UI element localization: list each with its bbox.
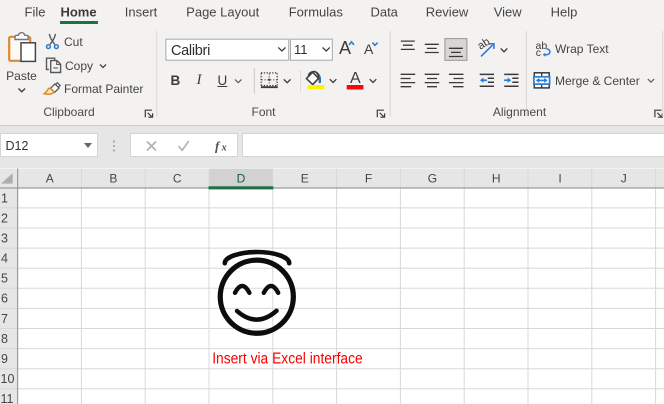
svg-text:F: F bbox=[365, 172, 372, 186]
svg-text:8: 8 bbox=[1, 332, 8, 346]
svg-text:1: 1 bbox=[1, 191, 8, 205]
svg-text:4: 4 bbox=[1, 252, 8, 266]
svg-text:x: x bbox=[221, 143, 227, 154]
svg-text:9: 9 bbox=[1, 352, 8, 366]
svg-text:H: H bbox=[492, 172, 501, 186]
svg-text:B: B bbox=[109, 172, 117, 186]
svg-text:J: J bbox=[621, 172, 627, 186]
svg-text:11: 11 bbox=[1, 392, 14, 404]
svg-text:10: 10 bbox=[1, 372, 15, 386]
svg-text:A: A bbox=[46, 172, 54, 186]
svg-text:Insert via Excel interface: Insert via Excel interface bbox=[212, 351, 363, 368]
svg-text:6: 6 bbox=[1, 292, 8, 306]
svg-text:C: C bbox=[173, 172, 182, 186]
svg-text:G: G bbox=[428, 172, 437, 186]
svg-text:3: 3 bbox=[1, 231, 8, 245]
svg-text:2: 2 bbox=[1, 211, 8, 225]
svg-text:f: f bbox=[215, 140, 221, 154]
svg-text:7: 7 bbox=[1, 312, 8, 326]
svg-text:I: I bbox=[558, 172, 561, 186]
svg-text:5: 5 bbox=[1, 272, 8, 286]
svg-text:D: D bbox=[237, 172, 246, 186]
svg-text:E: E bbox=[301, 172, 309, 186]
